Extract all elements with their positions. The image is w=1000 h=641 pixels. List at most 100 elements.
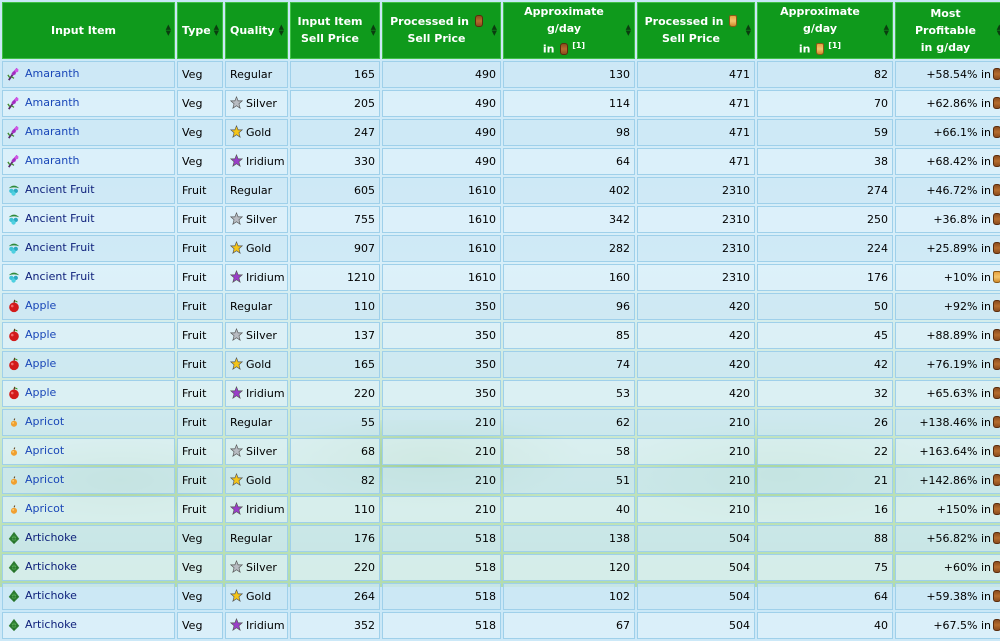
item-link[interactable]: Apricot bbox=[25, 473, 64, 486]
apricot-icon bbox=[7, 415, 25, 428]
cell-quality: Iridium bbox=[225, 379, 288, 407]
cell-jar-gday: 82 bbox=[757, 60, 893, 88]
cell-item[interactable]: Amaranth bbox=[2, 89, 175, 117]
table-row: Apple Fruit Iridium 220 350 53 420 32 +65.63% in bbox=[2, 379, 1000, 407]
cell-sell-price: 247 bbox=[290, 118, 380, 146]
sort-icon[interactable]: ▲ ▼ bbox=[746, 24, 751, 37]
cell-sell-price: 352 bbox=[290, 611, 380, 639]
item-link[interactable]: Apple bbox=[25, 386, 56, 399]
cell-item[interactable]: Amaranth bbox=[2, 118, 175, 146]
cell-jar-gday: 26 bbox=[757, 408, 893, 436]
cell-item[interactable]: Artichoke bbox=[2, 553, 175, 581]
col-most-profitable[interactable]: Most Profitable in g/day ▲ ▼ bbox=[895, 2, 1000, 59]
col-sell-price[interactable]: Input Item Sell Price ▲ ▼ bbox=[290, 2, 380, 59]
cell-item[interactable]: Apple bbox=[2, 379, 175, 407]
cell-type: Veg bbox=[177, 89, 223, 117]
sort-icon[interactable]: ▲ ▼ bbox=[884, 24, 889, 37]
footnote-link[interactable]: [1] bbox=[572, 41, 585, 50]
col-keg-gday[interactable]: Approximate g/day in [1] ▲ ▼ bbox=[503, 2, 635, 59]
item-link[interactable]: Artichoke bbox=[25, 618, 77, 631]
item-link[interactable]: Apricot bbox=[25, 502, 64, 515]
item-link[interactable]: Apple bbox=[25, 328, 56, 341]
item-link[interactable]: Ancient Fruit bbox=[25, 241, 95, 254]
cell-keg-price: 490 bbox=[382, 89, 501, 117]
item-link[interactable]: Artichoke bbox=[25, 589, 77, 602]
most-profitable-text: +56.82% in bbox=[926, 531, 991, 545]
sort-icon[interactable]: ▲ ▼ bbox=[166, 24, 171, 37]
cell-item[interactable]: Ancient Fruit bbox=[2, 205, 175, 233]
table-row: Ancient Fruit Fruit Iridium 1210 1610 160 2310… bbox=[2, 263, 1000, 291]
cell-item[interactable]: Apricot bbox=[2, 408, 175, 436]
sort-icon[interactable]: ▲ ▼ bbox=[626, 24, 631, 37]
cell-item[interactable]: Ancient Fruit bbox=[2, 263, 175, 291]
cell-item[interactable]: Apple bbox=[2, 292, 175, 320]
quality-label: Gold bbox=[246, 358, 272, 372]
cell-item[interactable]: Apricot bbox=[2, 495, 175, 523]
preserves-jar-icon bbox=[729, 15, 738, 28]
cell-type: Fruit bbox=[177, 466, 223, 494]
cell-quality: Regular bbox=[225, 60, 288, 88]
cell-sell-price: 220 bbox=[290, 553, 380, 581]
item-link[interactable]: Amaranth bbox=[25, 154, 80, 167]
table-row: Amaranth Veg Regular 165 490 130 471 82 +58.54% … bbox=[2, 60, 1000, 88]
cell-item[interactable]: Apricot bbox=[2, 437, 175, 465]
item-link[interactable]: Ancient Fruit bbox=[25, 183, 95, 196]
item-link[interactable]: Apple bbox=[25, 299, 56, 312]
item-link[interactable]: Ancient Fruit bbox=[25, 270, 95, 283]
cell-keg-gday: 62 bbox=[503, 408, 635, 436]
quality-label: Iridium bbox=[246, 619, 285, 633]
keg-icon bbox=[993, 96, 1000, 109]
silver-star-icon bbox=[230, 96, 246, 110]
col-input-item[interactable]: Input Item ▲ ▼ bbox=[2, 2, 175, 59]
col-keg-price[interactable]: Processed in Sell Price ▲ ▼ bbox=[382, 2, 501, 59]
table-row: Apple Fruit Regular 110 350 96 420 50 +92% in bbox=[2, 292, 1000, 320]
cell-type: Fruit bbox=[177, 350, 223, 378]
most-profitable-text: +58.54% in bbox=[926, 67, 991, 81]
cell-item[interactable]: Apple bbox=[2, 350, 175, 378]
item-link[interactable]: Amaranth bbox=[25, 125, 80, 138]
cell-item[interactable]: Ancient Fruit bbox=[2, 234, 175, 262]
col-jar-gday[interactable]: Approximate g/day in [1] ▲ ▼ bbox=[757, 2, 893, 59]
cell-most-profitable: +92% in bbox=[895, 292, 1000, 320]
col-type[interactable]: Type ▲ ▼ bbox=[177, 2, 223, 59]
item-link[interactable]: Artichoke bbox=[25, 531, 77, 544]
cell-item[interactable]: Apple bbox=[2, 321, 175, 349]
cell-item[interactable]: Apricot bbox=[2, 466, 175, 494]
cell-type: Fruit bbox=[177, 437, 223, 465]
item-link[interactable]: Amaranth bbox=[25, 67, 80, 80]
cell-item[interactable]: Ancient Fruit bbox=[2, 176, 175, 204]
footnote-link[interactable]: [1] bbox=[828, 41, 841, 50]
cell-item[interactable]: Amaranth bbox=[2, 60, 175, 88]
quality-label: Silver bbox=[246, 213, 277, 227]
most-profitable-text: +150% in bbox=[936, 502, 991, 516]
cell-item[interactable]: Artichoke bbox=[2, 524, 175, 552]
item-link[interactable]: Artichoke bbox=[25, 560, 77, 573]
sort-icon[interactable]: ▲ ▼ bbox=[997, 24, 1000, 37]
sort-icon[interactable]: ▲ ▼ bbox=[371, 24, 376, 37]
cell-item[interactable]: Amaranth bbox=[2, 147, 175, 175]
sort-icon[interactable]: ▲ ▼ bbox=[214, 24, 219, 37]
sort-icon[interactable]: ▲ ▼ bbox=[492, 24, 497, 37]
cell-item[interactable]: Artichoke bbox=[2, 611, 175, 639]
quality-label: Gold bbox=[246, 474, 272, 488]
cell-type: Fruit bbox=[177, 379, 223, 407]
cell-jar-price: 210 bbox=[637, 408, 755, 436]
cell-jar-price: 504 bbox=[637, 524, 755, 552]
item-link[interactable]: Amaranth bbox=[25, 96, 80, 109]
item-link[interactable]: Apple bbox=[25, 357, 56, 370]
item-link[interactable]: Ancient Fruit bbox=[25, 212, 95, 225]
table-row: Ancient Fruit Fruit Gold 907 1610 282 2310 224 +… bbox=[2, 234, 1000, 262]
item-link[interactable]: Apricot bbox=[25, 415, 64, 428]
col-jar-price[interactable]: Processed in Sell Price ▲ ▼ bbox=[637, 2, 755, 59]
item-link[interactable]: Apricot bbox=[25, 444, 64, 457]
col-quality[interactable]: Quality ▲ ▼ bbox=[225, 2, 288, 59]
cell-keg-price: 1610 bbox=[382, 234, 501, 262]
cell-quality: Silver bbox=[225, 205, 288, 233]
iridium-star-icon bbox=[230, 386, 246, 400]
cell-most-profitable: +163.64% in bbox=[895, 437, 1000, 465]
cell-keg-gday: 74 bbox=[503, 350, 635, 378]
cell-keg-price: 1610 bbox=[382, 176, 501, 204]
cell-jar-gday: 59 bbox=[757, 118, 893, 146]
sort-icon[interactable]: ▲ ▼ bbox=[279, 24, 284, 37]
quality-label: Regular bbox=[230, 183, 273, 197]
